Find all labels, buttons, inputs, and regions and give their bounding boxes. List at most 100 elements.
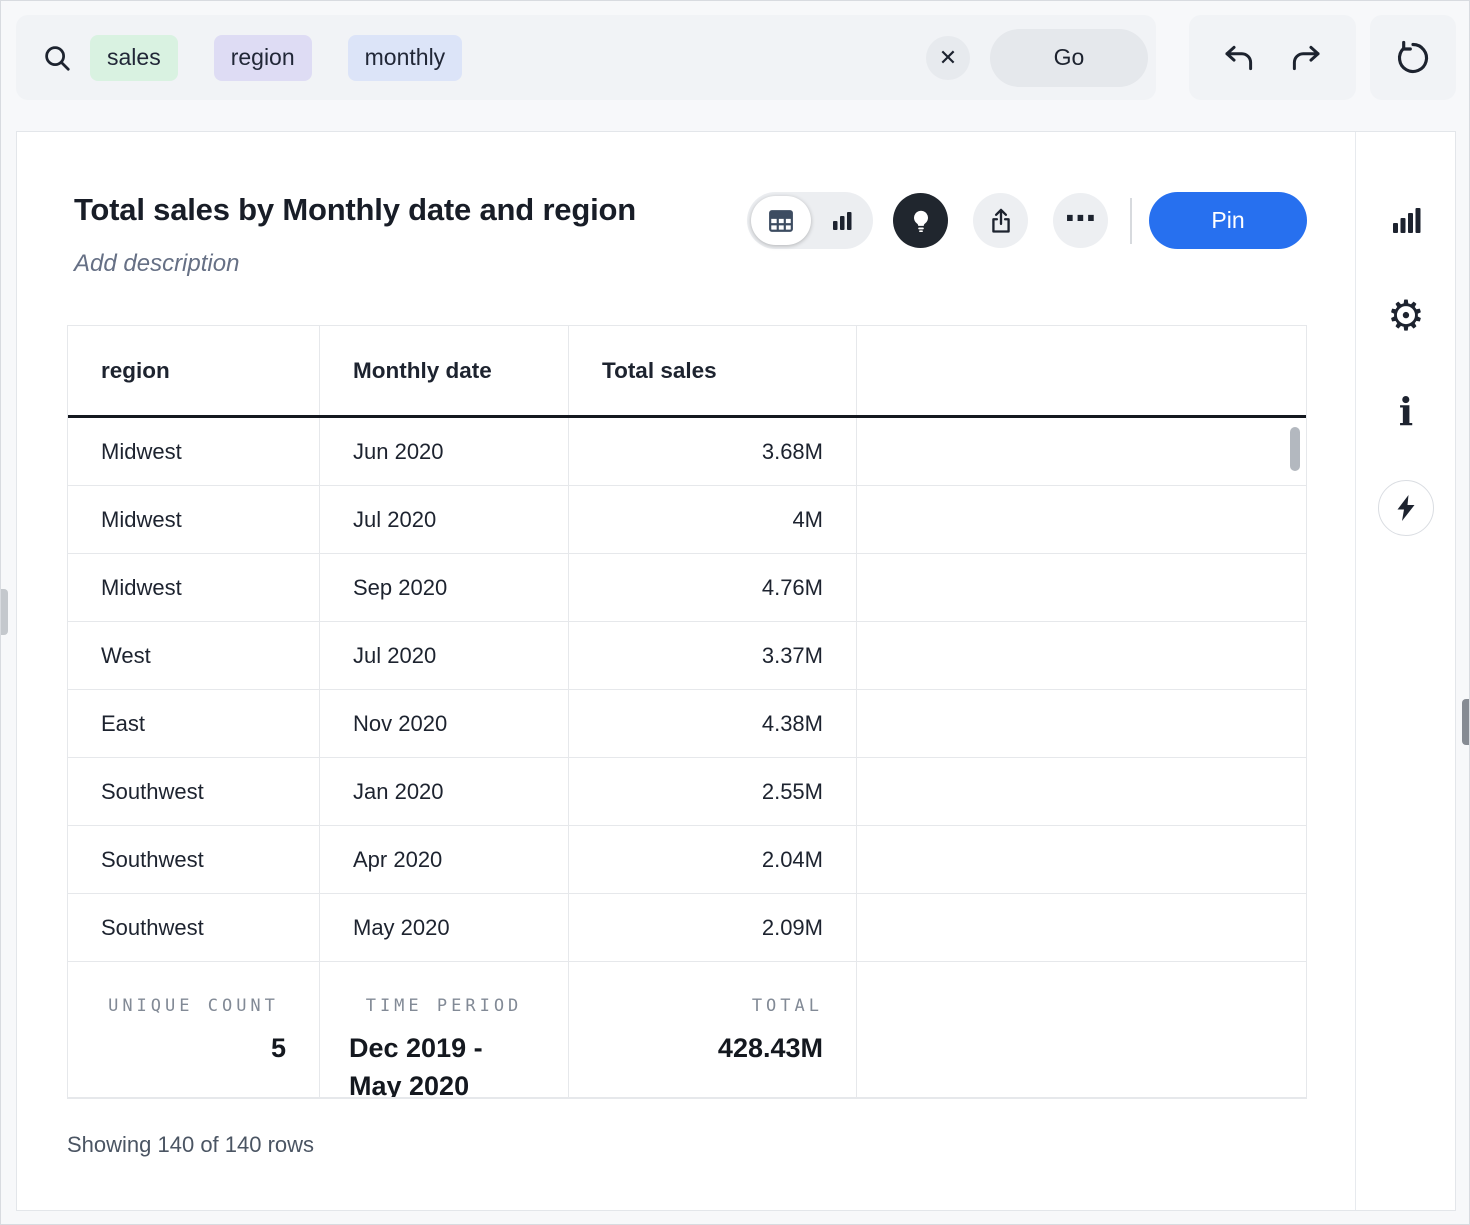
chart-config-button[interactable] bbox=[1378, 192, 1434, 248]
table-header-row: region Monthly date Total sales bbox=[68, 326, 1306, 418]
cell-date: Jan 2020 bbox=[320, 758, 569, 825]
page-title: Total sales by Monthly date and region bbox=[74, 192, 636, 228]
cell-empty bbox=[857, 486, 1306, 553]
table-scrollbar[interactable] bbox=[1290, 427, 1300, 471]
app-screen: sales region monthly ✕ Go bbox=[0, 0, 1470, 1225]
right-rail: ⚙ i bbox=[1355, 132, 1455, 1210]
table-row[interactable]: Midwest Sep 2020 4.76M bbox=[68, 554, 1306, 622]
table-row[interactable]: Midwest Jul 2020 4M bbox=[68, 486, 1306, 554]
right-panel-handle[interactable] bbox=[1462, 699, 1469, 745]
share-button[interactable] bbox=[973, 193, 1028, 248]
cell-sales: 4M bbox=[569, 486, 857, 553]
share-icon bbox=[987, 207, 1015, 235]
redo-icon bbox=[1289, 41, 1323, 75]
cell-sales: 2.55M bbox=[569, 758, 857, 825]
cell-region: Midwest bbox=[68, 554, 320, 621]
table-view-icon bbox=[768, 209, 794, 233]
cell-region: Midwest bbox=[68, 418, 320, 485]
go-button[interactable]: Go bbox=[990, 29, 1148, 87]
left-panel-handle[interactable] bbox=[1, 589, 8, 635]
redo-button[interactable] bbox=[1289, 41, 1323, 75]
settings-button[interactable]: ⚙ bbox=[1378, 288, 1434, 344]
search-token-sales[interactable]: sales bbox=[90, 35, 178, 81]
chart-view-button[interactable] bbox=[811, 192, 873, 249]
chart-view-icon bbox=[830, 209, 854, 233]
answer-content: Total sales by Monthly date and region A… bbox=[17, 132, 1357, 1210]
search-token-monthly[interactable]: monthly bbox=[348, 35, 463, 81]
spotiq-button[interactable] bbox=[1378, 480, 1434, 536]
results-table: region Monthly date Total sales Midwest … bbox=[67, 325, 1307, 1099]
cell-region: Southwest bbox=[68, 758, 320, 825]
summary-time-period: TIME PERIOD Dec 2019 - May 2020 bbox=[320, 962, 569, 1098]
cell-date: Sep 2020 bbox=[320, 554, 569, 621]
cell-sales: 2.09M bbox=[569, 894, 857, 961]
cell-empty bbox=[857, 622, 1306, 689]
cell-date: Jul 2020 bbox=[320, 486, 569, 553]
cell-sales: 3.37M bbox=[569, 622, 857, 689]
summary-empty bbox=[857, 962, 1306, 1098]
cell-date: Apr 2020 bbox=[320, 826, 569, 893]
search-icon bbox=[42, 43, 72, 73]
table-row[interactable]: Southwest May 2020 2.09M bbox=[68, 894, 1306, 962]
close-icon: ✕ bbox=[939, 45, 957, 71]
gear-icon: ⚙ bbox=[1387, 295, 1425, 337]
search-token-region[interactable]: region bbox=[214, 35, 312, 81]
more-options-button[interactable]: ⋯ bbox=[1053, 193, 1108, 248]
summary-total-value: 428.43M bbox=[598, 1029, 827, 1067]
column-header-monthly-date[interactable]: Monthly date bbox=[320, 326, 569, 415]
row-count-status: Showing 140 of 140 rows bbox=[67, 1132, 314, 1158]
summary-total: TOTAL 428.43M bbox=[569, 962, 857, 1098]
column-header-total-sales[interactable]: Total sales bbox=[569, 326, 857, 415]
cell-empty bbox=[857, 826, 1306, 893]
info-icon: i bbox=[1399, 393, 1413, 431]
cell-region: Southwest bbox=[68, 894, 320, 961]
cell-region: Midwest bbox=[68, 486, 320, 553]
cell-sales: 4.76M bbox=[569, 554, 857, 621]
table-row[interactable]: West Jul 2020 3.37M bbox=[68, 622, 1306, 690]
table-row[interactable]: Midwest Jun 2020 3.68M bbox=[68, 418, 1306, 486]
cell-sales: 4.38M bbox=[569, 690, 857, 757]
cell-date: Nov 2020 bbox=[320, 690, 569, 757]
cell-empty bbox=[857, 690, 1306, 757]
cell-empty bbox=[857, 418, 1306, 485]
cell-empty bbox=[857, 894, 1306, 961]
summary-unique-count: UNIQUE COUNT 5 bbox=[68, 962, 320, 1098]
summary-time-period-value: Dec 2019 - May 2020 bbox=[349, 1029, 539, 1098]
ellipsis-icon: ⋯ bbox=[1065, 202, 1097, 240]
insights-button[interactable] bbox=[893, 193, 948, 248]
cell-region: East bbox=[68, 690, 320, 757]
table-row[interactable]: Southwest Apr 2020 2.04M bbox=[68, 826, 1306, 894]
table-row[interactable]: East Nov 2020 4.38M bbox=[68, 690, 1306, 758]
table-view-button[interactable] bbox=[751, 196, 811, 245]
reset-button[interactable] bbox=[1395, 40, 1431, 76]
history-panel bbox=[1189, 15, 1356, 100]
cell-date: May 2020 bbox=[320, 894, 569, 961]
cell-empty bbox=[857, 554, 1306, 621]
summary-time-period-label: TIME PERIOD bbox=[349, 996, 539, 1016]
cell-region: Southwest bbox=[68, 826, 320, 893]
view-toggle bbox=[747, 192, 873, 249]
bar-chart-icon bbox=[1391, 205, 1421, 235]
undo-icon bbox=[1222, 41, 1256, 75]
toolbar-divider bbox=[1130, 198, 1132, 244]
cell-empty bbox=[857, 758, 1306, 825]
cell-sales: 2.04M bbox=[569, 826, 857, 893]
cell-region: West bbox=[68, 622, 320, 689]
summary-row: UNIQUE COUNT 5 TIME PERIOD Dec 2019 - Ma… bbox=[68, 962, 1306, 1098]
pin-button[interactable]: Pin bbox=[1149, 192, 1307, 249]
summary-unique-count-label: UNIQUE COUNT bbox=[97, 996, 290, 1016]
lightbulb-icon bbox=[908, 208, 934, 234]
table-row[interactable]: Southwest Jan 2020 2.55M bbox=[68, 758, 1306, 826]
column-header-region[interactable]: region bbox=[68, 326, 320, 415]
column-header-empty bbox=[857, 326, 1306, 415]
add-description-link[interactable]: Add description bbox=[74, 250, 239, 278]
summary-total-label: TOTAL bbox=[598, 996, 827, 1016]
lightning-icon bbox=[1394, 494, 1418, 522]
reset-panel bbox=[1370, 15, 1456, 100]
reset-icon bbox=[1395, 40, 1431, 76]
undo-button[interactable] bbox=[1222, 41, 1256, 75]
cell-date: Jul 2020 bbox=[320, 622, 569, 689]
clear-search-button[interactable]: ✕ bbox=[926, 36, 970, 80]
info-button[interactable]: i bbox=[1378, 384, 1434, 440]
search-bar[interactable]: sales region monthly ✕ Go bbox=[16, 15, 1156, 100]
